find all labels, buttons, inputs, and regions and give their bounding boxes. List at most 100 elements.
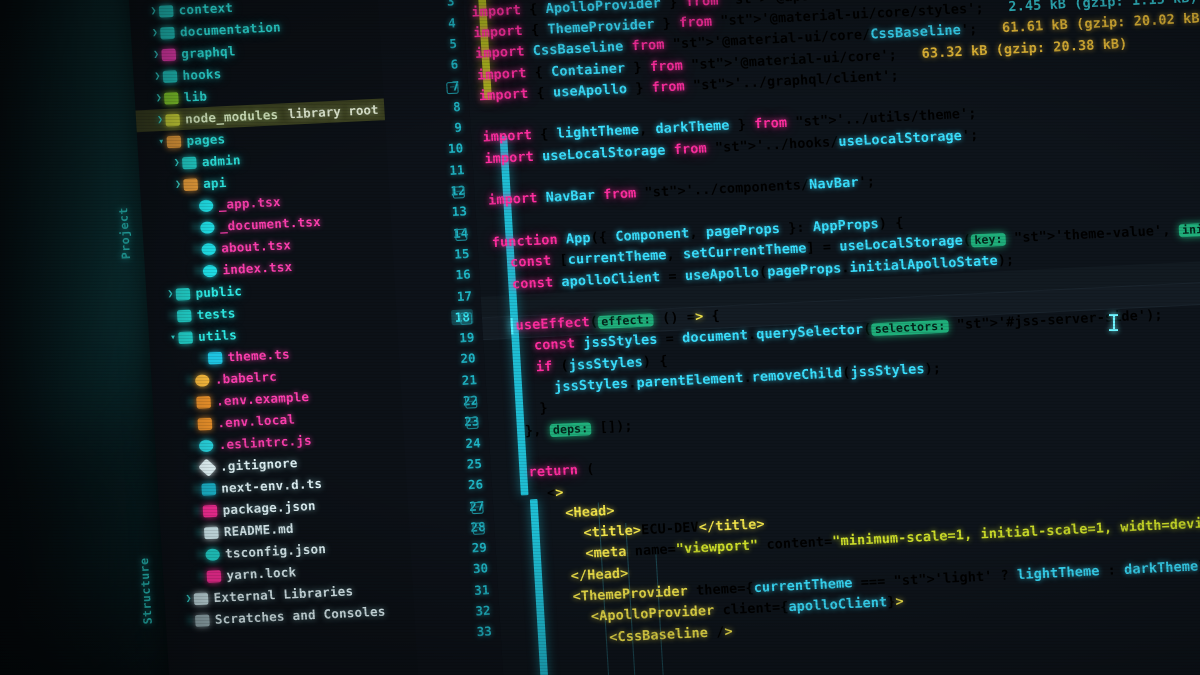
line-number-17: 17 <box>456 287 473 304</box>
code-line-20[interactable]: if (jssStyles) { <box>502 352 668 376</box>
chevron-right-icon: ❯ <box>198 570 205 583</box>
chevron-right-icon[interactable]: ❯ <box>172 174 184 196</box>
chevron-down-icon[interactable]: ▾ <box>155 131 167 153</box>
chevron-right-icon: ❯ <box>190 200 197 212</box>
folder-yellow-icon <box>165 113 181 126</box>
folder-cyan-icon <box>181 156 197 169</box>
folder-cyan-icon <box>178 330 193 344</box>
code-line-26[interactable]: <> <box>513 483 563 502</box>
line-number-16: 16 <box>455 266 472 283</box>
tree-item-label: lib <box>183 88 208 105</box>
line-number-4: 4 <box>447 14 457 31</box>
chevron-right-icon[interactable]: ❯ <box>153 87 165 109</box>
code-fold-toggle[interactable]: − <box>446 81 459 94</box>
tree-item-label: tests <box>196 305 237 323</box>
tree-item-label: public <box>195 283 243 301</box>
code-fold-toggle[interactable]: − <box>466 417 479 430</box>
chevron-right-icon: ❯ <box>192 243 200 256</box>
babel-icon <box>194 373 210 387</box>
line-number-10: 10 <box>447 140 464 157</box>
line-number-21: 21 <box>461 371 478 388</box>
chevron-right-icon: ❯ <box>187 396 195 409</box>
chevron-right-icon: ❯ <box>192 483 200 496</box>
line-number-24: 24 <box>465 434 482 451</box>
tree-item-label: .babelrc <box>214 368 278 388</box>
folder-cyan-icon <box>176 309 192 322</box>
javascript-icon <box>198 439 214 452</box>
chevron-right-icon[interactable]: ❯ <box>164 283 176 305</box>
tree-item-label: _app.tsx <box>218 194 282 213</box>
folder-cyan-icon <box>162 69 178 83</box>
chevron-down-icon[interactable]: ▾ <box>167 327 179 349</box>
chevron-right-icon[interactable]: ❯ <box>151 66 163 88</box>
tree-item-label: admin <box>201 152 242 170</box>
react-tsx-icon <box>201 242 217 256</box>
folder-cyan-icon <box>158 4 174 18</box>
chevron-right-icon[interactable]: ❯ <box>182 588 194 610</box>
code-line-25[interactable]: return ( <box>512 460 595 480</box>
code-line-23[interactable]: }, deps: []); <box>508 416 633 438</box>
chevron-right-icon: ❯ <box>186 375 194 387</box>
line-number-20: 20 <box>460 350 477 367</box>
tool-window-tab-project[interactable]: Project <box>113 207 138 260</box>
code-fold-toggle[interactable]: − <box>454 228 468 241</box>
chevron-right-icon: ❯ <box>191 222 199 234</box>
dts-icon <box>201 482 217 496</box>
line-number-3: 3 <box>446 0 455 10</box>
chevron-right-icon: ❯ <box>168 310 175 322</box>
line-number-8: 8 <box>452 98 462 115</box>
chevron-right-icon[interactable]: ❯ <box>171 152 183 174</box>
tree-item-label: utils <box>197 327 238 345</box>
package-json-icon <box>202 504 218 517</box>
folder-cyan-icon <box>160 26 175 39</box>
tree-item-label: api <box>202 174 227 192</box>
line-number-33: 33 <box>476 623 493 640</box>
line-number-25: 25 <box>466 455 483 472</box>
env-icon <box>197 417 213 430</box>
code-fold-toggle[interactable]: − <box>452 186 465 199</box>
folder-magenta-icon <box>161 48 177 61</box>
ide-screen: Project Structure ❯components❯context❯do… <box>0 0 1200 675</box>
line-number-11: 11 <box>448 161 465 178</box>
line-number-5: 5 <box>448 35 458 52</box>
line-number-9: 9 <box>453 119 463 136</box>
code-line-12[interactable]: import NavBar from "st">'../components/N… <box>488 173 876 208</box>
markdown-icon <box>203 526 219 539</box>
code-line-22[interactable]: } <box>506 400 548 418</box>
react-tsx-icon <box>202 264 218 277</box>
tree-item-label: hooks <box>182 65 222 84</box>
env-icon <box>196 395 212 409</box>
chevron-right-icon[interactable]: ❯ <box>149 22 161 44</box>
line-number-30: 30 <box>472 560 489 577</box>
json-icon <box>205 547 221 561</box>
code-fold-toggle[interactable]: − <box>472 522 485 535</box>
line-number-32: 32 <box>475 602 492 619</box>
code-line-27[interactable]: <Head> <box>515 502 615 523</box>
code-editor[interactable]: import Head from "st">'next/head';import… <box>460 0 1200 675</box>
folder-orange-icon <box>183 177 199 191</box>
chevron-right-icon[interactable]: ❯ <box>148 0 160 22</box>
folder-cyan-icon <box>175 287 191 301</box>
typescript-icon <box>207 351 223 364</box>
code-fold-toggle[interactable]: − <box>471 501 484 514</box>
chevron-right-icon: ❯ <box>190 440 197 452</box>
chevron-right-icon: ❯ <box>194 505 201 517</box>
code-fold-toggle[interactable]: − <box>459 312 473 325</box>
mouse-cursor-ibeam <box>1109 314 1118 331</box>
line-number-6: 6 <box>450 56 459 73</box>
code-fold-toggle[interactable]: − <box>464 396 478 409</box>
chevron-right-icon[interactable]: ❯ <box>154 109 166 131</box>
line-number-15: 15 <box>453 245 470 262</box>
tree-item-label: pages <box>185 131 226 149</box>
chevron-right-icon: ❯ <box>199 352 206 364</box>
lock-icon <box>206 569 222 583</box>
react-tsx-icon <box>198 198 214 212</box>
scratches-icon <box>194 613 210 627</box>
folder-green-icon <box>163 91 179 105</box>
chevron-right-icon: ❯ <box>189 418 196 430</box>
chevron-right-icon: ❯ <box>194 265 201 277</box>
tree-item-label: theme.ts <box>227 346 291 365</box>
tool-window-tab-structure[interactable]: Structure <box>134 557 160 625</box>
code-line-33[interactable]: <CssBaseline /> <box>526 622 733 648</box>
chevron-right-icon[interactable]: ❯ <box>150 44 162 66</box>
